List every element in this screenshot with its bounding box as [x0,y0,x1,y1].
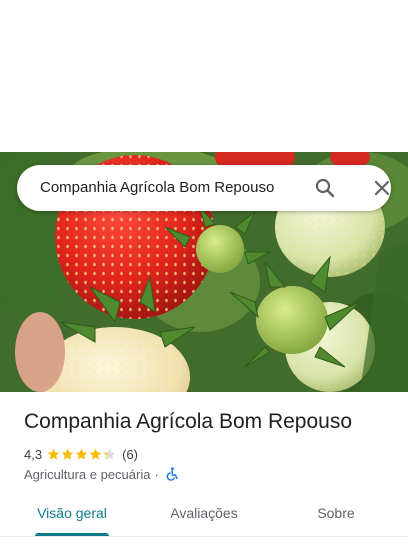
tabs-divider [0,536,408,537]
place-info-panel: Companhia Agrícola Bom Repouso 4,3 (6) A… [0,392,408,544]
star-icon [89,448,102,460]
place-tabs: Visão geral Avaliações Sobre [0,496,408,537]
tab-overview[interactable]: Visão geral [35,496,109,536]
rating-row[interactable]: 4,3 (6) [24,445,138,463]
star-icon [61,448,74,460]
search-icon[interactable] [313,176,337,200]
tab-about[interactable]: Sobre [312,496,360,536]
star-icon [103,448,116,460]
wheelchair-icon [165,467,179,481]
close-icon[interactable] [370,176,394,200]
rating-value: 4,3 [24,446,43,462]
place-title: Companhia Agrícola Bom Repouso [24,410,353,433]
star-rating [47,448,117,461]
search-input[interactable]: Companhia Agrícola Bom Repouso [40,165,274,211]
separator-dot: · [154,466,159,482]
category-row: Agricultura e pecuária · [24,465,179,483]
star-icon [75,448,88,460]
star-icon [47,448,60,460]
map-top-area [0,0,408,152]
search-bar[interactable]: Companhia Agrícola Bom Repouso [17,165,391,211]
tab-reviews[interactable]: Avaliações [165,496,243,536]
place-category: Agricultura e pecuária [24,466,151,482]
review-count[interactable]: (6) [122,447,138,462]
